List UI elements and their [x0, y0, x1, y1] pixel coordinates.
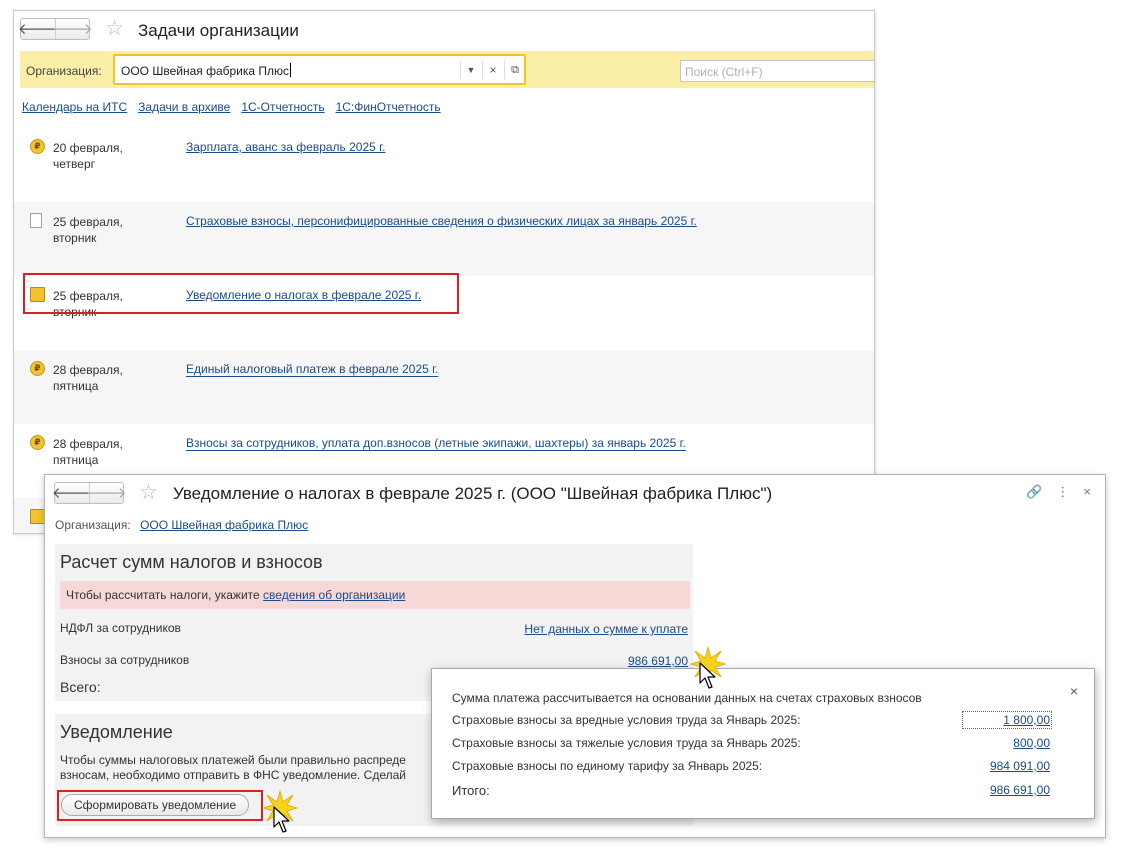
task-date: 28 февраля, пятница: [53, 437, 123, 467]
close-icon[interactable]: ×: [1070, 683, 1078, 699]
dropdown-icon[interactable]: ▼: [460, 61, 481, 79]
popup-row-value-link[interactable]: 984 091,00: [990, 759, 1050, 773]
task-row: ₽ 28 февраля, пятница Единый налоговый пл…: [14, 350, 874, 424]
warning-alert: Чтобы рассчитать налоги, укажите сведени…: [60, 581, 690, 609]
link-its-calendar[interactable]: Календарь на ИТС: [22, 100, 127, 114]
link-1c-finreporting[interactable]: 1С:ФинОтчетность: [336, 100, 441, 114]
close-icon[interactable]: ×: [1083, 484, 1091, 500]
ndfl-value-link[interactable]: Нет данных о сумме к уплате: [524, 622, 688, 636]
top-links: Календарь на ИТС Задачи в архиве 1С-Отче…: [22, 100, 441, 114]
forward-arrow-icon[interactable]: 🡒: [52, 19, 93, 39]
filter-bar: Организация: ООО Швейная фабрика Плюс ▼ …: [20, 51, 874, 88]
task-date: 20 февраля, четверг: [53, 141, 123, 171]
favorite-star-icon[interactable]: ☆: [139, 482, 158, 503]
tasks-window: 🡐 🡒 ☆ Задачи организации Организация: ОО…: [13, 10, 875, 534]
popup-total-label: Итого:: [452, 783, 490, 798]
task-link[interactable]: Зарплата, аванс за февраль 2025 г.: [186, 140, 385, 154]
popup-row-value-link[interactable]: 1 800,00: [962, 711, 1052, 729]
ndfl-label: НДФЛ за сотрудников: [60, 621, 181, 635]
organization-label: Организация:: [55, 518, 131, 532]
clear-icon[interactable]: ×: [482, 61, 503, 79]
popup-row-label: Страховые взносы по единому тарифу за Ян…: [452, 759, 763, 773]
coin-doc-icon: ₽: [30, 139, 45, 154]
notice-title: Уведомление: [60, 722, 173, 742]
nav-buttons: 🡐 🡒: [52, 482, 127, 504]
search-input[interactable]: Поиск (Ctrl+F): [680, 60, 874, 82]
popup-total-value-link[interactable]: 986 691,00: [990, 783, 1050, 797]
contrib-value-link[interactable]: 986 691,00: [628, 654, 688, 668]
more-icon[interactable]: ⋮: [1056, 484, 1069, 500]
organization-row: Организация: ООО Швейная фабрика Плюс: [55, 518, 308, 532]
task-link[interactable]: Единый налоговый платеж в феврале 2025 г…: [186, 362, 438, 376]
highlight-frame: [23, 273, 459, 314]
task-date: 28 февраля, пятница: [53, 363, 123, 393]
envelope-coin-icon: [30, 509, 45, 524]
document-icon: [30, 213, 42, 228]
nav-buttons: 🡐 🡒: [18, 18, 93, 40]
organization-value: ООО Швейная фабрика Плюс: [121, 64, 290, 78]
coin-icon: ₽: [30, 361, 45, 376]
popup-row-value-link[interactable]: 800,00: [1013, 736, 1050, 750]
open-icon[interactable]: ⧉: [504, 61, 525, 79]
organization-link[interactable]: ООО Швейная фабрика Плюс: [140, 518, 308, 532]
window-controls: 🔗 ⋮ ×: [1026, 484, 1091, 500]
window-title: Задачи организации: [138, 21, 299, 40]
calc-title: Расчет сумм налогов и взносов: [60, 552, 323, 572]
favorite-star-icon[interactable]: ☆: [105, 18, 124, 39]
alert-text: Чтобы рассчитать налоги, укажите: [66, 588, 260, 602]
mouse-pointer-icon: [273, 806, 290, 833]
task-row: 25 февраля, вторник Уведомление о налогах…: [14, 273, 874, 350]
notice-text: Чтобы суммы налоговых платежей были прав…: [60, 753, 406, 782]
back-arrow-icon[interactable]: 🡐: [52, 483, 92, 503]
coin-icon: ₽: [30, 435, 45, 450]
popup-row-label: Страховые взносы за тяжелые условия труд…: [452, 736, 801, 750]
window-title: Уведомление о налогах в феврале 2025 г. …: [173, 484, 773, 503]
contributions-popup: × Сумма платежа рассчитывается на основа…: [431, 668, 1095, 819]
create-notification-button[interactable]: Сформировать уведомление: [61, 794, 250, 816]
task-link[interactable]: Страховые взносы, персонифицированные св…: [186, 214, 697, 228]
task-row: ₽ 20 февраля, четверг Зарплата, аванс за …: [14, 128, 874, 202]
contrib-label: Взносы за сотрудников: [60, 653, 190, 667]
text-cursor: [290, 63, 292, 77]
organization-field[interactable]: ООО Швейная фабрика Плюс ▼ × ⧉: [113, 54, 526, 85]
task-date: 25 февраля, вторник: [53, 215, 123, 245]
popup-header: Сумма платежа рассчитывается на основани…: [452, 691, 922, 705]
organization-label: Организация:: [26, 64, 102, 78]
mouse-pointer-icon: [699, 662, 716, 689]
popup-row-label: Страховые взносы за вредные условия труд…: [452, 713, 801, 727]
forward-arrow-icon[interactable]: 🡒: [86, 483, 127, 503]
link-icon[interactable]: 🔗: [1026, 484, 1042, 500]
link-1c-reporting[interactable]: 1С-Отчетность: [241, 100, 324, 114]
task-link[interactable]: Взносы за сотрудников, уплата доп.взносо…: [186, 436, 686, 450]
link-tasks-archive[interactable]: Задачи в архиве: [138, 100, 230, 114]
task-row: 25 февраля, вторник Страховые взносы, пер…: [14, 202, 874, 276]
back-arrow-icon[interactable]: 🡐: [18, 19, 58, 39]
total-label: Всего:: [60, 679, 101, 695]
org-info-link[interactable]: сведения об организации: [263, 588, 405, 602]
